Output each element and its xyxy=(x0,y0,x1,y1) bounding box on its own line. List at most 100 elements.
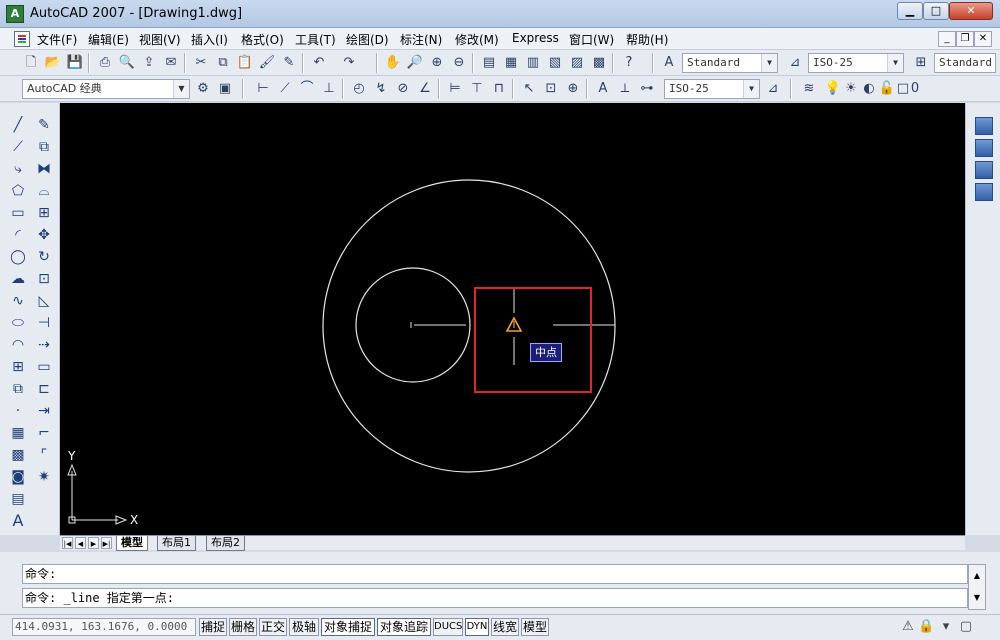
menu-draw[interactable]: 绘图(D) xyxy=(346,31,389,48)
status-menu-icon[interactable]: ▾ xyxy=(938,619,954,635)
tab-layout1[interactable]: 布局1 xyxy=(157,536,196,551)
toolbar-flyout-icon[interactable] xyxy=(975,161,993,179)
join-icon[interactable]: ⇥ xyxy=(34,401,54,421)
explode-icon[interactable]: ✷ xyxy=(34,467,54,487)
plot-preview-icon[interactable]: 🔍 xyxy=(118,54,136,72)
center-mark-icon[interactable]: ⊕ xyxy=(564,80,582,98)
command-input[interactable]: 命令: _line 指定第一点: xyxy=(22,588,968,608)
arc-length-icon[interactable]: ⌒ xyxy=(298,80,316,98)
menu-insert[interactable]: 插入(I) xyxy=(191,31,228,48)
paste-icon[interactable]: 📋 xyxy=(236,54,254,72)
workspace-save-icon[interactable]: ▣ xyxy=(216,80,234,98)
save-icon[interactable]: 💾 xyxy=(66,54,84,72)
redo-icon[interactable]: ↷ xyxy=(340,54,358,72)
fillet-icon[interactable]: ⌜ xyxy=(34,445,54,465)
ortho-toggle[interactable]: 正交 xyxy=(259,618,287,636)
document-icon[interactable] xyxy=(14,31,30,47)
menu-tools[interactable]: 工具(T) xyxy=(295,31,336,48)
scale-icon[interactable]: ⊡ xyxy=(34,269,54,289)
plot-icon[interactable]: ⎙ xyxy=(96,54,114,72)
menu-edit[interactable]: 编辑(E) xyxy=(88,31,129,48)
snap-toggle[interactable]: 捕捉 xyxy=(199,618,227,636)
tab-layout2[interactable]: 布局2 xyxy=(206,536,245,551)
tool-palettes-icon[interactable]: ▥ xyxy=(524,54,542,72)
text-style-icon[interactable]: A xyxy=(660,54,678,72)
sheet-set-icon[interactable]: ▧ xyxy=(546,54,564,72)
mirror-icon[interactable]: ⧓ xyxy=(34,159,54,179)
maximize-button[interactable]: □ xyxy=(923,2,949,20)
menu-help[interactable]: 帮助(H) xyxy=(626,31,668,48)
copy-object-icon[interactable]: ⧉ xyxy=(34,137,54,157)
lock-icon[interactable]: 🔒 xyxy=(918,619,934,635)
table-style-select[interactable]: Standard xyxy=(934,53,996,73)
design-center-icon[interactable]: ▦ xyxy=(502,54,520,72)
calculator-icon[interactable]: ▩ xyxy=(590,54,608,72)
polyline-icon[interactable]: ⤷ xyxy=(8,159,28,179)
ducs-toggle[interactable]: DUCS xyxy=(433,618,463,636)
toolbar-flyout-icon[interactable] xyxy=(975,183,993,201)
toolbar-flyout-icon[interactable] xyxy=(975,117,993,135)
ellipse-icon[interactable]: ⬭ xyxy=(8,313,28,333)
autocad-logo-icon[interactable]: A xyxy=(6,5,24,23)
warning-icon[interactable]: ⚠ xyxy=(900,619,916,635)
chevron-down-icon[interactable]: ▼ xyxy=(761,54,777,72)
command-scrollbar[interactable]: ▲ ▼ xyxy=(968,564,986,610)
layer-name[interactable]: 0 xyxy=(910,80,920,98)
quick-leader-icon[interactable]: ↖ xyxy=(520,80,538,98)
circle-icon[interactable]: ◯ xyxy=(8,247,28,267)
osnap-toggle[interactable]: 对象捕捉 xyxy=(321,618,375,636)
radius-dimension-icon[interactable]: ◴ xyxy=(350,80,368,98)
first-tab-button[interactable]: |◀ xyxy=(62,537,73,549)
workspace-settings-icon[interactable]: ⚙ xyxy=(194,80,212,98)
workspace-select[interactable]: AutoCAD 经典 ▼ xyxy=(22,79,190,99)
angular-dimension-icon[interactable]: ∠ xyxy=(416,80,434,98)
revision-cloud-icon[interactable]: ☁ xyxy=(8,269,28,289)
make-block-icon[interactable]: ⧉ xyxy=(8,379,28,399)
point-icon[interactable]: · xyxy=(8,401,28,421)
copy-icon[interactable]: ⧉ xyxy=(214,54,232,72)
rotate-icon[interactable]: ↻ xyxy=(34,247,54,267)
stretch-icon[interactable]: ◺ xyxy=(34,291,54,311)
chamfer-icon[interactable]: ⌐ xyxy=(34,423,54,443)
line-tool-icon[interactable]: ╱ xyxy=(8,115,28,135)
table-style-icon[interactable]: ⊞ xyxy=(912,54,930,72)
close-button[interactable]: ✕ xyxy=(949,2,993,20)
extend-icon[interactable]: ⇢ xyxy=(34,335,54,355)
rectangle-icon[interactable]: ▭ xyxy=(8,203,28,223)
layer-manager-icon[interactable]: ≋ xyxy=(800,80,818,98)
aligned-dimension-icon[interactable]: ⟋ xyxy=(276,80,294,98)
new-file-icon[interactable]: 🗋 xyxy=(22,54,40,72)
dimension-text-edit-icon[interactable]: ⟂ xyxy=(616,80,634,98)
prev-tab-button[interactable]: ◀ xyxy=(75,537,86,549)
dim-style-icon[interactable]: ⊿ xyxy=(786,54,804,72)
dimension-style-icon[interactable]: ⊿ xyxy=(764,80,782,98)
model-space-toggle[interactable]: 模型 xyxy=(521,618,549,636)
erase-icon[interactable]: ✎ xyxy=(34,115,54,135)
polygon-icon[interactable]: ⬠ xyxy=(8,181,28,201)
menu-file[interactable]: 文件(F) xyxy=(37,31,77,48)
last-tab-button[interactable]: ▶| xyxy=(101,537,112,549)
match-properties-icon[interactable]: 🖌 xyxy=(258,54,276,72)
ordinate-dimension-icon[interactable]: ⊥ xyxy=(320,80,338,98)
layer-vp-freeze-icon[interactable]: ◐ xyxy=(860,80,878,98)
undo-icon[interactable]: ↶ xyxy=(310,54,328,72)
diameter-dimension-icon[interactable]: ⊘ xyxy=(394,80,412,98)
dimension-style-select[interactable]: ISO-25 ▼ xyxy=(664,79,760,99)
array-icon[interactable]: ⊞ xyxy=(34,203,54,223)
menu-modify[interactable]: 修改(M) xyxy=(455,31,499,48)
table-icon[interactable]: ▤ xyxy=(8,489,28,509)
zoom-window-icon[interactable]: ⊕ xyxy=(428,54,446,72)
chevron-down-icon[interactable]: ▼ xyxy=(887,54,903,72)
offset-icon[interactable]: ⌓ xyxy=(34,181,54,201)
trim-icon[interactable]: ⊣ xyxy=(34,313,54,333)
menu-window[interactable]: 窗口(W) xyxy=(569,31,614,48)
drawing-canvas[interactable]: 中点 Y X xyxy=(60,103,965,535)
jogged-dimension-icon[interactable]: ↯ xyxy=(372,80,390,98)
construction-line-icon[interactable]: ⟋ xyxy=(8,137,28,157)
publish-icon[interactable]: ⇪ xyxy=(140,54,158,72)
menu-express[interactable]: Express xyxy=(512,31,559,45)
text-style-select[interactable]: Standard ▼ xyxy=(682,53,778,73)
quick-dimension-icon[interactable]: ⊨ xyxy=(446,80,464,98)
help-icon[interactable]: ? xyxy=(620,54,638,72)
dim-style-select[interactable]: ISO-25 ▼ xyxy=(808,53,904,73)
